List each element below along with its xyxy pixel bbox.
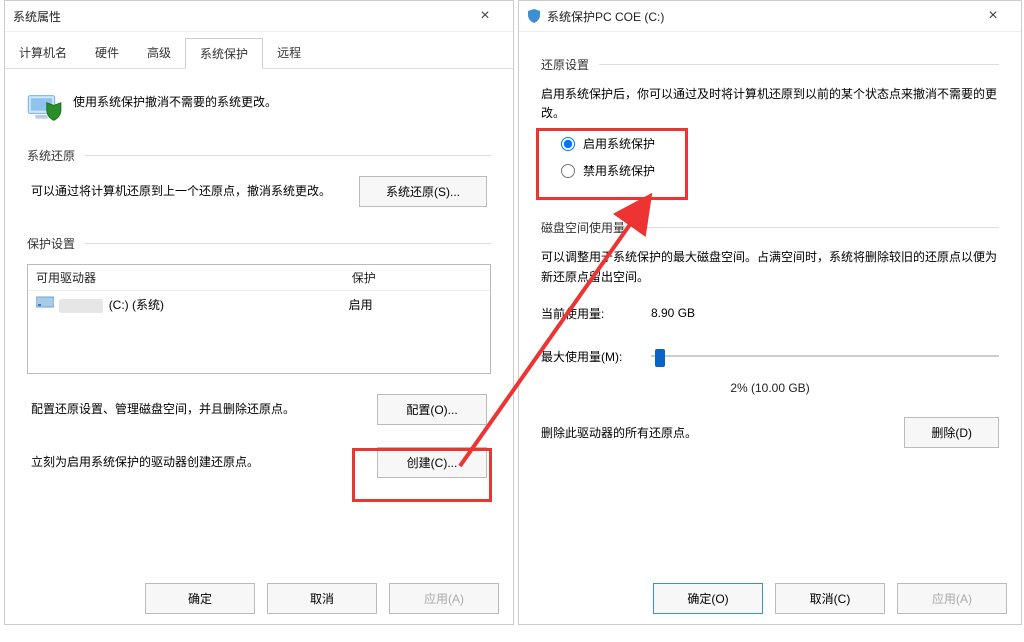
- section-header-protect: 保护设置: [27, 235, 491, 252]
- current-usage-label: 当前使用量:: [541, 305, 651, 322]
- ok-button[interactable]: 确定: [145, 583, 255, 614]
- apply-button: 应用(A): [897, 583, 1007, 614]
- intro-text: 使用系统保护撤消不需要的系统更改。: [73, 93, 277, 110]
- tab-system-protection[interactable]: 系统保护: [185, 38, 263, 69]
- radio-enable-input[interactable]: [561, 137, 575, 151]
- max-usage-label: 最大使用量(M):: [541, 348, 651, 365]
- create-text: 立刻为启用系统保护的驱动器创建还原点。: [31, 453, 361, 472]
- drive-suffix: (C:) (系统): [109, 298, 164, 312]
- drive-name-redacted: [59, 299, 103, 313]
- disk-desc: 可以调整用于系统保护的最大磁盘空间。占满空间时，系统将删除较旧的还原点以便为新还…: [541, 248, 999, 286]
- titlebar: 系统属性 ×: [5, 1, 513, 32]
- tab-computer-name[interactable]: 计算机名: [5, 38, 81, 68]
- titlebar: 系统保护PC COE (C:) ×: [519, 1, 1021, 32]
- section-header-restore: 系统还原: [27, 147, 491, 164]
- cancel-button[interactable]: 取消: [267, 583, 377, 614]
- drive-table[interactable]: 可用驱动器 保护 (C:) (系统) 启用: [27, 264, 491, 374]
- delete-button[interactable]: 删除(D): [904, 417, 999, 448]
- shield-icon: [527, 9, 541, 23]
- max-usage-slider[interactable]: [651, 348, 999, 364]
- config-text: 配置还原设置、管理磁盘空间，并且删除还原点。: [31, 400, 361, 419]
- system-properties-dialog: 系统属性 × 计算机名 硬件 高级 系统保护 远程 使用系统保护撤消不需要的系统…: [4, 0, 514, 625]
- protection-status: 启用: [349, 296, 482, 313]
- radio-disable-input[interactable]: [561, 164, 575, 178]
- tab-advanced[interactable]: 高级: [133, 38, 185, 68]
- col-protection-header: 保护: [344, 265, 490, 290]
- configure-button[interactable]: 配置(O)...: [377, 394, 487, 425]
- section-header-disk-usage: 磁盘空间使用量: [541, 219, 999, 236]
- close-icon[interactable]: ×: [465, 7, 505, 25]
- table-row[interactable]: (C:) (系统) 启用: [28, 291, 490, 317]
- delete-text: 删除此驱动器的所有还原点。: [541, 424, 697, 441]
- disk-icon: [36, 295, 54, 309]
- restore-text: 可以通过将计算机还原到上一个还原点，撤消系统更改。: [31, 182, 339, 201]
- pc-shield-icon: [27, 93, 63, 123]
- radio-enable-protection[interactable]: 启用系统保护: [561, 135, 999, 152]
- apply-button: 应用(A): [389, 583, 499, 614]
- usage-percent-text: 2% (10.00 GB): [541, 381, 999, 395]
- dialog-title: 系统属性: [13, 8, 61, 25]
- slider-thumb[interactable]: [655, 349, 665, 367]
- system-restore-button[interactable]: 系统还原(S)...: [359, 176, 487, 207]
- section-header-restore-settings: 还原设置: [541, 56, 999, 73]
- create-button[interactable]: 创建(C)...: [377, 447, 487, 478]
- tab-remote[interactable]: 远程: [263, 38, 315, 68]
- radio-disable-protection[interactable]: 禁用系统保护: [561, 162, 999, 179]
- dialog-title: 系统保护PC COE (C:): [547, 8, 664, 25]
- ok-button[interactable]: 确定(O): [653, 583, 763, 614]
- col-drive-header: 可用驱动器: [28, 265, 344, 290]
- restore-desc: 启用系统保护后，你可以通过及时将计算机还原到以前的某个状态点来撤消不需要的更改。: [541, 85, 999, 123]
- cancel-button[interactable]: 取消(C): [775, 583, 885, 614]
- tabs: 计算机名 硬件 高级 系统保护 远程: [5, 32, 513, 69]
- tab-hardware[interactable]: 硬件: [81, 38, 133, 68]
- close-icon[interactable]: ×: [973, 7, 1013, 25]
- system-protection-config-dialog: 系统保护PC COE (C:) × 还原设置 启用系统保护后，你可以通过及时将计…: [518, 0, 1022, 625]
- current-usage-value: 8.90 GB: [651, 306, 999, 320]
